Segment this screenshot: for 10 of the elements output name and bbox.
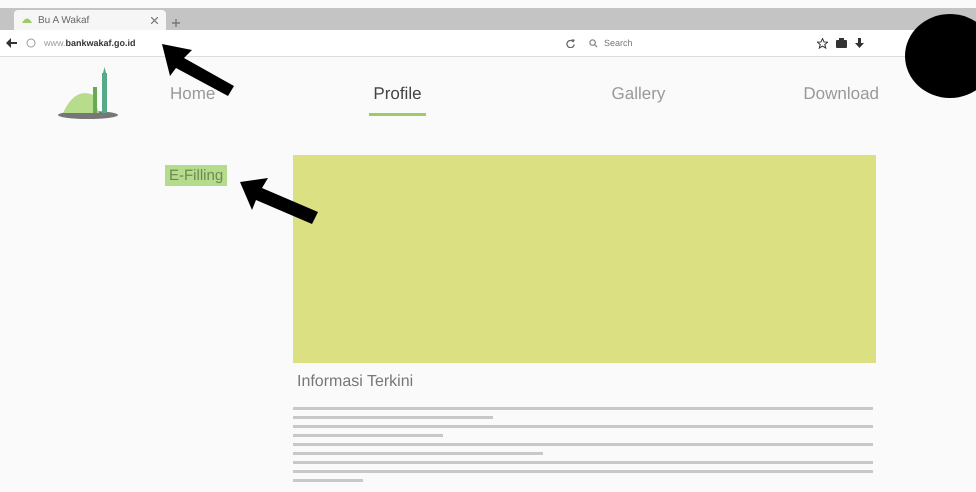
nav-link[interactable]: Home [166,74,220,116]
browser-tab[interactable]: Bu A Wakaf [14,10,166,30]
nav-link[interactable]: Download [799,74,884,116]
search-field[interactable]: Search [602,37,786,49]
address-bar[interactable]: www.bankwakaf.go.id [44,38,558,48]
nav-link[interactable]: Profile [369,74,426,116]
tab-title: Bu A Wakaf [38,14,90,26]
section-title: Informasi Terkini [297,373,414,391]
menu-item[interactable]: E-Filling [165,165,228,186]
nav-link[interactable]: Gallery [608,74,670,116]
